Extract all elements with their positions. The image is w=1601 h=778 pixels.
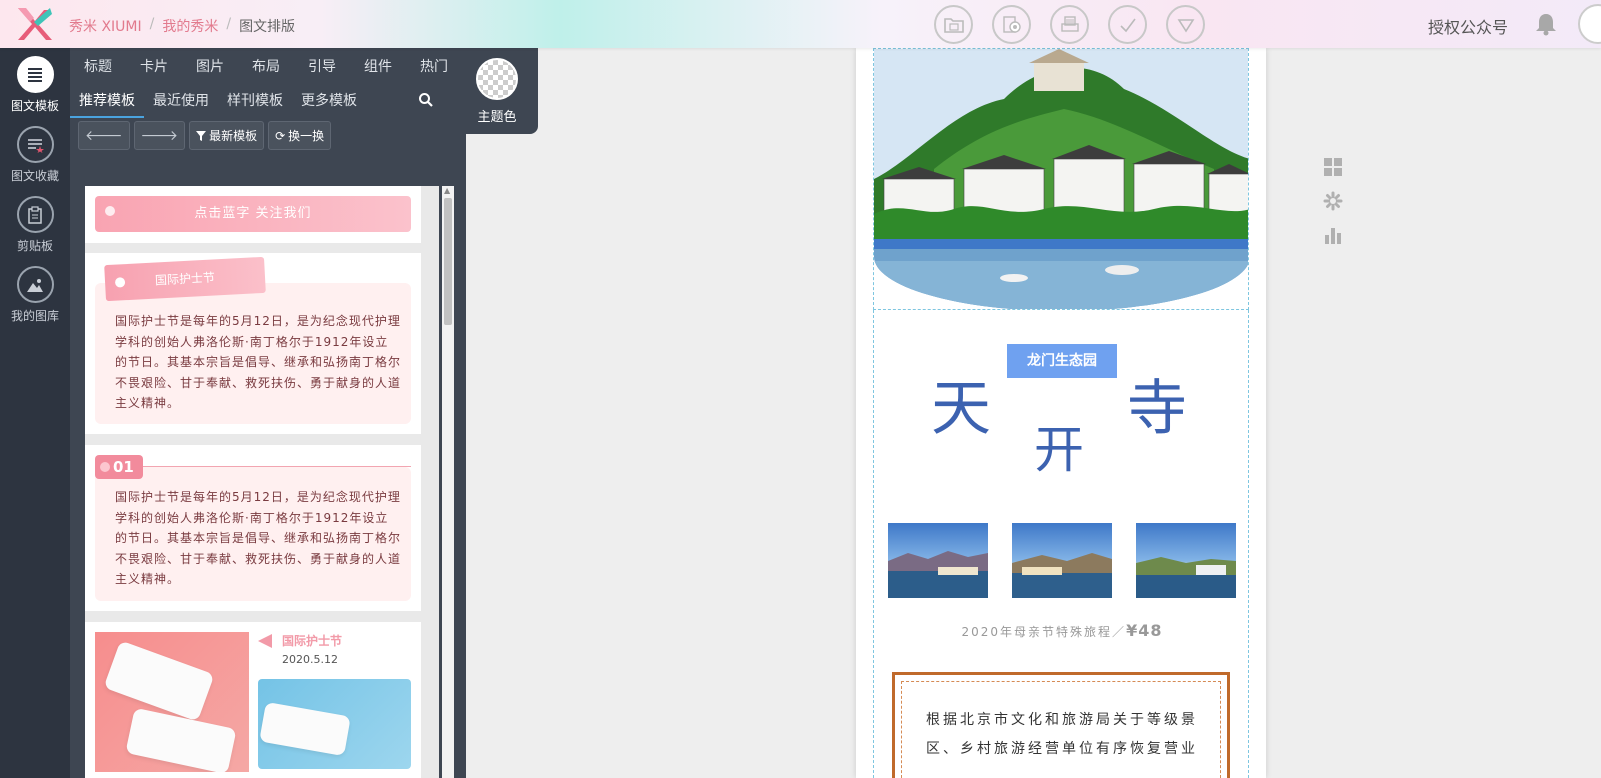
breadcrumb-home[interactable]: 秀米 XIUMI: [69, 16, 142, 36]
template-icon: [16, 56, 54, 93]
landscape-thumbnail[interactable]: [1012, 523, 1112, 598]
tab-popular[interactable]: 热门: [406, 56, 462, 76]
breadcrumb-current: 图文排版: [239, 19, 296, 35]
landscape-thumbnail[interactable]: [888, 523, 988, 598]
latest-templates-label: 最新模板: [209, 129, 258, 143]
grid-icon[interactable]: [1323, 157, 1343, 177]
preview-icon[interactable]: [992, 5, 1031, 44]
search-icon[interactable]: [418, 92, 434, 108]
tab-guide[interactable]: 引导: [294, 56, 350, 76]
tab-component[interactable]: 组件: [350, 56, 406, 76]
number-tag: 01: [95, 455, 143, 479]
editor-tools: [934, 5, 1205, 44]
breadcrumb-separator: /: [149, 16, 155, 32]
template-card[interactable]: 点击蓝字 关注我们: [85, 186, 421, 243]
rail-item-clipboard[interactable]: 剪贴板: [0, 196, 70, 254]
notice-box[interactable]: 根据北京市文化和旅游局关于等级景区、乡村旅游经营单位有序恢复营业: [892, 672, 1230, 778]
favorites-icon: [16, 126, 54, 163]
panel-toolbar: 🡐 🡒 最新模板 ⟳ 换一换: [78, 121, 332, 150]
bar-chart-icon[interactable]: [1323, 225, 1343, 245]
notice-text: 根据北京市文化和旅游局关于等级景区、乡村旅游经营单位有序恢复营业: [926, 712, 1198, 757]
scroll-up-icon[interactable]: ▲: [444, 186, 450, 195]
photo-row: [888, 523, 1236, 598]
gear-icon[interactable]: [1323, 191, 1343, 211]
triangle-icon[interactable]: [1166, 5, 1205, 44]
latest-templates-button[interactable]: 最新模板: [189, 121, 265, 150]
rail-item-label: 图文模板: [10, 99, 59, 113]
theme-color-label: 主题色: [477, 110, 517, 125]
tab-more[interactable]: 更多模板: [292, 88, 366, 118]
price-label: 2020年母亲节特殊旅程／: [961, 625, 1127, 639]
price-value: ¥48: [1126, 621, 1163, 640]
notice-inner: 根据北京市文化和旅游局关于等级景区、乡村旅游经营单位有序恢复营业: [901, 681, 1221, 778]
category-tabs: 标题 卡片 图片 布局 引导 组件 热门: [70, 56, 462, 76]
paragraph-box: 国际护士节是每年的5月12日，是为纪念现代护理学科的创始人弗洛伦斯·南丁格尔于1…: [95, 467, 411, 601]
breadcrumb-separator: /: [226, 16, 232, 32]
template-list: 点击蓝字 关注我们 国际护士节是每年的5月12日，是为纪念现代护理学科的创始人弗…: [85, 186, 439, 778]
clipboard-icon: [16, 196, 54, 233]
triangle-marker: [258, 634, 272, 648]
shuffle-button[interactable]: ⟳ 换一换: [268, 121, 332, 150]
top-bar: 秀米 XIUMI / 我的秀米 / 图文排版 授权公众号: [0, 0, 1601, 48]
authorize-account-link[interactable]: 授权公众号: [1428, 14, 1508, 38]
shuffle-label: 换一换: [288, 129, 325, 143]
theme-color-swatch[interactable]: [476, 58, 518, 100]
tab-layout[interactable]: 布局: [238, 56, 294, 76]
hero-image-block[interactable]: [873, 48, 1249, 310]
filter-icon: [196, 130, 207, 141]
scroll-thumb[interactable]: [444, 198, 452, 325]
landscape-thumbnail[interactable]: [1136, 523, 1236, 598]
card-title: 国际护士节: [282, 634, 343, 648]
rail-item-favorites[interactable]: 图文收藏: [0, 126, 70, 184]
theme-color-panel: 主题色: [466, 48, 538, 134]
print-icon[interactable]: [1050, 5, 1089, 44]
title-char-middle: 开: [1034, 421, 1084, 479]
park-name-tag: 龙门生态园: [1007, 344, 1117, 378]
back-arrow-icon[interactable]: 🡐: [78, 121, 130, 150]
tab-card[interactable]: 卡片: [126, 56, 182, 76]
forward-arrow-icon[interactable]: 🡒: [133, 121, 186, 150]
folder-icon[interactable]: [934, 5, 973, 44]
title-char-left: 天: [931, 374, 991, 444]
mask-photo-pink: [95, 632, 249, 772]
follow-banner: 点击蓝字 关注我们: [95, 196, 411, 232]
rail-item-gallery[interactable]: 我的图库: [0, 266, 70, 324]
tab-title[interactable]: 标题: [70, 56, 126, 76]
template-panel: 标题 卡片 图片 布局 引导 组件 热门 推荐模板 最近使用 样刊模板 更多模板…: [70, 48, 466, 778]
price-line: 2020年母亲节特殊旅程／¥48: [874, 621, 1250, 640]
content-section[interactable]: 龙门生态园 天 开 寺 2020年母亲节特殊旅程／¥48 根据北京市文化和旅游局…: [873, 310, 1249, 778]
tab-samples[interactable]: 样刊模板: [218, 88, 292, 118]
mask-photo-blue: [258, 679, 411, 769]
tab-image[interactable]: 图片: [182, 56, 238, 76]
paragraph-text: 国际护士节是每年的5月12日，是为纪念现代护理学科的创始人弗洛伦斯·南丁格尔于1…: [115, 314, 402, 411]
template-card[interactable]: 国际护士节是每年的5月12日，是为纪念现代护理学科的创始人弗洛伦斯·南丁格尔于1…: [85, 445, 421, 611]
article-preview: 龙门生态园 天 开 寺 2020年母亲节特殊旅程／¥48 根据北京市文化和旅游局…: [856, 48, 1266, 778]
hero-landscape-image: [874, 49, 1248, 309]
breadcrumb: 秀米 XIUMI / 我的秀米 / 图文排版: [69, 16, 295, 36]
rail-item-label: 图文收藏: [10, 169, 59, 183]
template-sub-tabs: 推荐模板 最近使用 样刊模板 更多模板: [70, 88, 366, 118]
gallery-icon: [16, 266, 54, 303]
card-date: 2020.5.12: [282, 653, 338, 666]
refresh-icon: ⟳: [275, 128, 286, 143]
template-card[interactable]: 国际护士节 2020.5.12: [85, 622, 421, 778]
xiumi-logo-icon[interactable]: [14, 4, 54, 44]
template-card[interactable]: 国际护士节是每年的5月12日，是为纪念现代护理学科的创始人弗洛伦斯·南丁格尔于1…: [85, 253, 421, 434]
tab-recent[interactable]: 最近使用: [144, 88, 218, 118]
paragraph-box: 国际护士节是每年的5月12日，是为纪念现代护理学科的创始人弗洛伦斯·南丁格尔于1…: [95, 283, 411, 424]
left-rail: 图文模板 图文收藏 剪贴板 我的图库: [0, 48, 70, 778]
user-avatar[interactable]: [1578, 4, 1601, 44]
divider: [143, 466, 411, 467]
rail-item-templates[interactable]: 图文模板: [0, 56, 70, 114]
template-list-scrollbar[interactable]: ▲: [442, 186, 454, 778]
bell-icon[interactable]: [1535, 12, 1557, 36]
check-icon[interactable]: [1108, 5, 1147, 44]
rail-item-label: 剪贴板: [16, 239, 53, 253]
breadcrumb-mine[interactable]: 我的秀米: [162, 16, 218, 36]
paragraph-text: 国际护士节是每年的5月12日，是为纪念现代护理学科的创始人弗洛伦斯·南丁格尔于1…: [115, 490, 402, 587]
title-char-right: 寺: [1127, 374, 1187, 444]
rail-item-label: 我的图库: [10, 309, 59, 323]
tab-recommended[interactable]: 推荐模板: [70, 88, 144, 118]
